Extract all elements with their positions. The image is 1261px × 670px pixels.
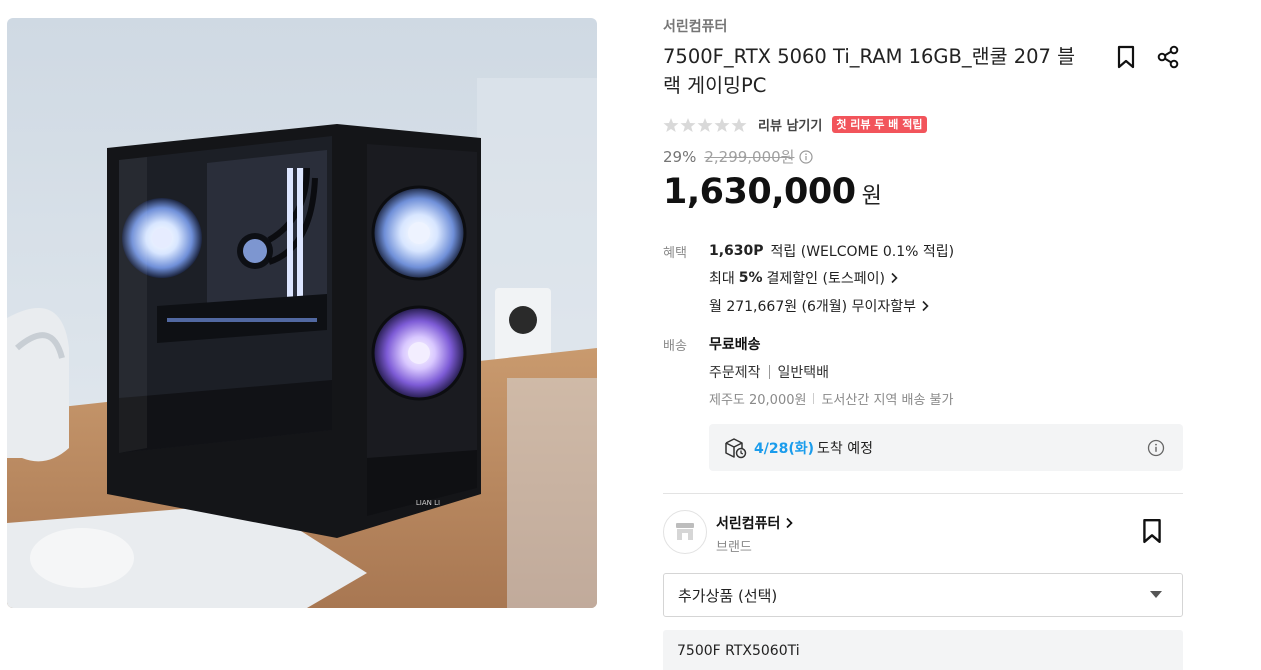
section-divider: [663, 493, 1183, 494]
jeju-fee: 제주도 20,000원: [709, 393, 807, 408]
star-icon: [697, 117, 713, 132]
points-amount: 1,630P: [709, 243, 764, 259]
info-icon[interactable]: [799, 149, 814, 164]
remote-area-note: 도서산간 지역 배송 불가: [821, 393, 954, 408]
write-review-link[interactable]: 리뷰 남기기: [758, 115, 822, 134]
shipping-fee: 무료배송: [709, 337, 761, 353]
store-icon: [676, 523, 694, 540]
divider: [768, 365, 770, 379]
benefits-label: 혜택: [663, 246, 687, 261]
sale-price: 1,630,000: [663, 172, 856, 212]
info-icon[interactable]: [1147, 439, 1165, 457]
selected-option-preview[interactable]: 7500F RTX5060Ti: [663, 630, 1183, 670]
arrival-estimate: 4/28(화) 도착 예정: [709, 424, 1183, 471]
brand-name[interactable]: 서린컴퓨터: [663, 16, 727, 36]
star-icon: [680, 117, 696, 132]
shipping-method-custom: 주문제작: [709, 365, 761, 381]
discount-max-rate: 5%: [738, 270, 763, 286]
store-info: 서린컴퓨터 브랜드: [663, 510, 1183, 556]
title-actions: [1113, 44, 1181, 70]
share-icon[interactable]: [1155, 44, 1181, 70]
rating-row: 리뷰 남기기 첫 리뷰 두 배 적립: [663, 115, 927, 134]
option-item-name: 7500F RTX5060Ti: [677, 643, 800, 659]
discount-text: 결제할인 (토스페이): [766, 271, 885, 287]
delivery-box-icon: [725, 437, 747, 458]
caret-down-icon: [1150, 591, 1162, 598]
star-icon: [663, 117, 679, 132]
star-icon: [731, 117, 747, 132]
additional-product-select[interactable]: 추가상품 (선택): [663, 573, 1183, 617]
product-image[interactable]: LIAN LI: [7, 18, 597, 608]
shipping-notes: 제주도 20,000원 도서산간 지역 배송 불가: [709, 389, 953, 408]
payment-discount-benefit[interactable]: 최대 5% 결제할인 (토스페이): [709, 268, 899, 288]
price-row: 1,630,000 원: [663, 172, 882, 212]
divider: [813, 393, 815, 404]
bookmark-icon[interactable]: [1113, 44, 1139, 70]
currency-unit: 원: [861, 184, 882, 209]
bookmark-icon[interactable]: [1139, 518, 1165, 544]
arrival-date: 4/28(화): [754, 440, 815, 457]
shipping-label: 배송: [663, 339, 687, 354]
shipping-method-parcel: 일반택배: [777, 365, 830, 381]
store-avatar[interactable]: [663, 510, 707, 554]
arrival-text: 도착 예정: [817, 440, 873, 457]
star-icon: [714, 117, 730, 132]
chevron-right-icon: [922, 300, 929, 312]
installment-text: 월 271,667원 (6개월) 무이자할부: [709, 299, 916, 315]
installment-benefit[interactable]: 월 271,667원 (6개월) 무이자할부: [709, 296, 930, 316]
store-name: 서린컴퓨터: [716, 516, 781, 532]
star-rating: [663, 117, 747, 133]
product-title: 7500F_RTX 5060 Ti_RAM 16GB_랜쿨 207 블랙 게이밍…: [663, 45, 1076, 97]
discount-row: 29% 2,299,000원: [663, 146, 814, 167]
chevron-right-icon: [786, 517, 794, 529]
discount-prefix: 최대: [709, 271, 735, 287]
store-name-link[interactable]: 서린컴퓨터: [716, 513, 794, 533]
points-text: 적립 (WELCOME 0.1% 적립): [770, 244, 955, 260]
original-price: 2,299,000원: [704, 148, 795, 166]
discount-rate: 29%: [663, 147, 697, 166]
points-benefit: 1,630P 적립 (WELCOME 0.1% 적립): [709, 241, 954, 261]
case-logo-text: LIAN LI: [416, 499, 440, 507]
shipping-methods: 주문제작 일반택배: [709, 362, 829, 382]
select-label: 추가상품 (선택): [678, 586, 778, 605]
chevron-right-icon: [891, 272, 898, 284]
first-review-badge: 첫 리뷰 두 배 적립: [832, 116, 927, 133]
store-type: 브랜드: [716, 540, 752, 555]
